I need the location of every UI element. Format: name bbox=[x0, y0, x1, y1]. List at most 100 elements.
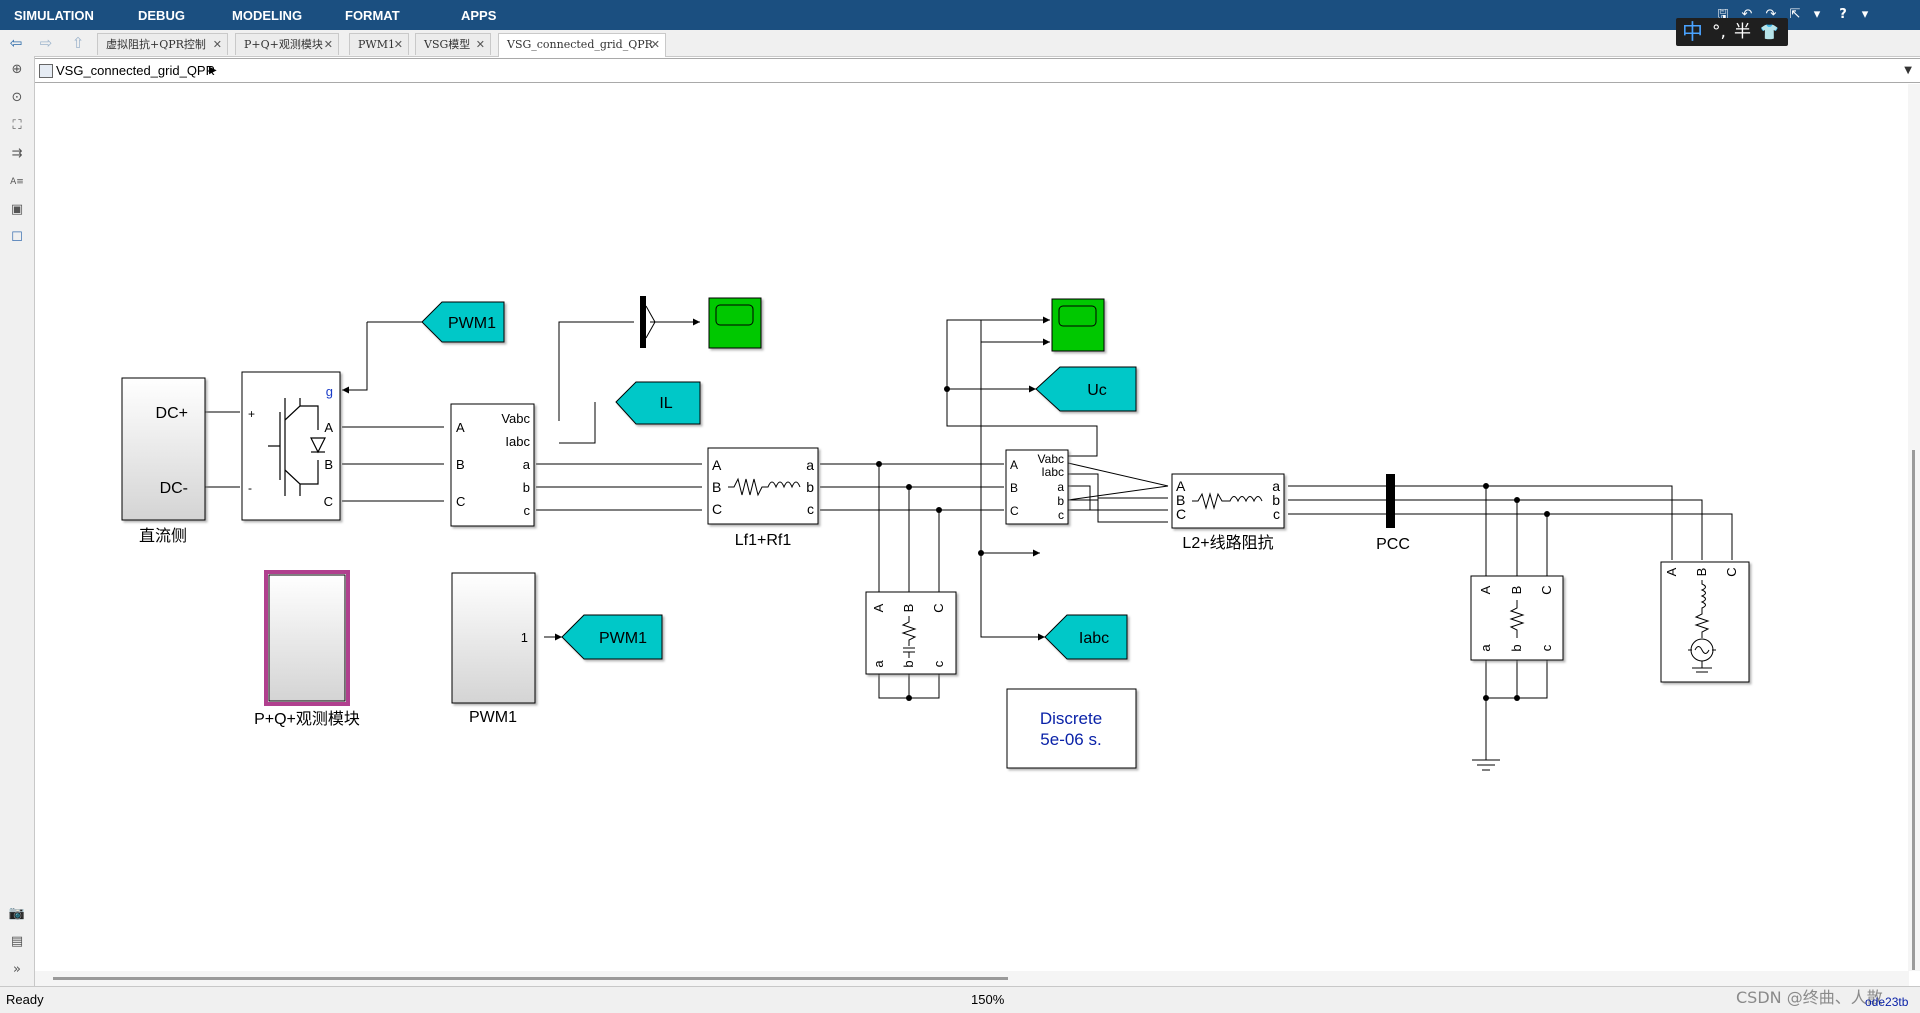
tab-vsg-connected-grid-qpr[interactable]: VSG_connected_grid_QPR ✕ bbox=[498, 33, 666, 57]
menu-debug[interactable]: DEBUG bbox=[138, 0, 185, 30]
dc-minus-label: DC- bbox=[160, 480, 188, 497]
tab-pwm1[interactable]: PWM1 ✕ bbox=[349, 33, 409, 55]
cap-load-port-b-out: b bbox=[901, 660, 916, 667]
line2-out-c: c bbox=[1273, 506, 1280, 522]
cap-load-port-a-out: a bbox=[871, 660, 886, 668]
converter-block[interactable]: + - g A B C bbox=[241, 371, 341, 521]
pq-observer-block[interactable]: P+Q+观测模块 bbox=[254, 570, 360, 728]
capacitor-load-block[interactable]: A B C a b c bbox=[865, 591, 957, 675]
block-diagram[interactable]: DC+ DC- 直流侧 + - g A B C A B C Vabc Iabc … bbox=[35, 84, 1909, 978]
goto-pwm1-top[interactable]: PWM1 bbox=[421, 301, 505, 343]
signal-arrows-icon[interactable]: ⇉ bbox=[6, 144, 28, 164]
filter-lf1-rf1[interactable]: A B C a b c Lf1+Rf1 bbox=[707, 447, 819, 549]
hide-explorer-icon[interactable]: ⊕ bbox=[6, 60, 28, 80]
close-icon[interactable]: ✕ bbox=[651, 34, 660, 56]
cap-load-port-c-out: c bbox=[931, 660, 946, 667]
scrollbar-thumb[interactable] bbox=[53, 977, 1008, 980]
vi2-port-b: B bbox=[1010, 481, 1018, 495]
expand-palette-icon[interactable]: » bbox=[6, 960, 28, 980]
signal-lines[interactable] bbox=[205, 316, 1733, 752]
line2-in-c: C bbox=[1176, 506, 1186, 522]
vi-measurement-1[interactable]: A B C Vabc Iabc a b c bbox=[450, 403, 535, 527]
vi2-out-b: b bbox=[1057, 494, 1064, 508]
cap-load-port-b: B bbox=[901, 604, 916, 613]
filter1-name: Lf1+Rf1 bbox=[735, 532, 792, 549]
menu-simulation[interactable]: SIMULATION bbox=[14, 0, 94, 30]
annotation-icon[interactable]: A≡ bbox=[6, 172, 28, 192]
area-icon[interactable]: ☐ bbox=[6, 228, 28, 248]
goto-uc[interactable]: Uc bbox=[1035, 366, 1137, 412]
zoom-level[interactable]: 150% bbox=[971, 987, 1004, 1013]
chevron-down-icon[interactable]: ▼ bbox=[1904, 59, 1912, 82]
help-icon[interactable]: ? bbox=[1832, 3, 1854, 27]
scope-1[interactable] bbox=[708, 297, 762, 349]
ime-chinese-mode[interactable]: 中 bbox=[1682, 18, 1703, 46]
vi2-out-c: c bbox=[1058, 508, 1064, 522]
ime-punctuation[interactable]: °, bbox=[1712, 18, 1726, 46]
forward-arrow-icon[interactable]: ⇨ bbox=[36, 34, 56, 52]
tab-label: VSG模型 bbox=[424, 38, 471, 51]
vi1-port-c: C bbox=[456, 494, 465, 509]
horizontal-scrollbar[interactable] bbox=[35, 971, 1909, 986]
property-inspector-icon[interactable]: ▤ bbox=[6, 932, 28, 952]
scope-2[interactable] bbox=[1051, 298, 1105, 352]
model-tab-bar: ⇦ ⇨ ⇧ 虚拟阻抗+QPR控制 ✕ P+Q+观测模块 ✕ PWM1 ✕ VSG模型 ✕… bbox=[0, 30, 1920, 57]
back-arrow-icon[interactable]: ⇦ bbox=[6, 34, 26, 52]
breadcrumb-arrow-icon[interactable]: ▶ bbox=[209, 59, 217, 82]
help-menu-chevron-icon[interactable]: ▾ bbox=[1854, 3, 1876, 27]
goto-il[interactable]: IL bbox=[615, 381, 701, 425]
close-icon[interactable]: ✕ bbox=[324, 34, 333, 56]
model-canvas[interactable]: DC+ DC- 直流侧 + - g A B C A B C Vabc Iabc … bbox=[35, 84, 1909, 978]
close-icon[interactable]: ✕ bbox=[213, 34, 222, 56]
close-icon[interactable]: ✕ bbox=[394, 34, 403, 56]
ground-icon bbox=[1472, 752, 1500, 771]
line-impedance-l2[interactable]: A B C a b c L2+线路阻抗 bbox=[1171, 473, 1285, 552]
ime-skin-icon[interactable]: 👕 bbox=[1760, 18, 1779, 46]
vertical-scrollbar[interactable] bbox=[1908, 84, 1920, 971]
tab-vsg-model[interactable]: VSG模型 ✕ bbox=[415, 33, 491, 55]
pwm1-subsystem-block[interactable]: 1 PWM1 bbox=[451, 572, 536, 726]
grid-source-block[interactable]: A B C bbox=[1660, 561, 1750, 683]
filter1-in-b: B bbox=[712, 479, 721, 495]
menu-apps[interactable]: APPS bbox=[461, 0, 496, 30]
solver-link[interactable]: ode23tb bbox=[1865, 991, 1908, 1013]
dc-source-block[interactable]: DC+ DC- 直流侧 bbox=[121, 377, 206, 545]
powergui-sample-time: 5e-06 s. bbox=[1040, 730, 1101, 749]
screenshot-icon[interactable]: 📷 bbox=[6, 904, 28, 924]
goto-uc-label: Uc bbox=[1087, 382, 1107, 399]
breadcrumb[interactable]: VSG_connected_grid_QPR ▶ ▼ bbox=[34, 58, 1920, 83]
converter-gate-port: g bbox=[326, 384, 333, 399]
goto-pwm1-bottom-label: PWM1 bbox=[599, 630, 647, 647]
ime-toolbar[interactable]: 中 °, 半 👕 bbox=[1676, 18, 1788, 46]
scrollbar-thumb[interactable] bbox=[1912, 450, 1915, 970]
pcc-label: PCC bbox=[1376, 536, 1410, 553]
fit-to-view-icon[interactable]: ⛶ bbox=[6, 116, 28, 136]
goto-iabc[interactable]: Iabc bbox=[1044, 614, 1128, 660]
model-icon bbox=[39, 64, 53, 78]
powergui-block[interactable]: Discrete 5e-06 s. bbox=[1006, 688, 1137, 769]
vi1-out-a: a bbox=[523, 457, 531, 472]
filter1-in-c: C bbox=[712, 501, 722, 517]
converter-port-a: A bbox=[324, 420, 333, 435]
zoom-icon[interactable]: ⊙ bbox=[6, 88, 28, 108]
goto-pwm1-bottom[interactable]: PWM1 bbox=[561, 614, 663, 660]
close-icon[interactable]: ✕ bbox=[476, 34, 485, 56]
tab-pq-observer[interactable]: P+Q+观测模块 ✕ bbox=[235, 33, 339, 55]
breadcrumb-model[interactable]: VSG_connected_grid_QPR bbox=[56, 59, 215, 82]
image-icon[interactable]: ▣ bbox=[6, 200, 28, 220]
menu-modeling[interactable]: MODELING bbox=[232, 0, 302, 30]
menu-format[interactable]: FORMAT bbox=[345, 0, 400, 30]
grid-port-b: B bbox=[1694, 568, 1709, 577]
resistive-load-block[interactable]: A B C a b c bbox=[1470, 575, 1564, 661]
grid-port-c: C bbox=[1724, 567, 1739, 576]
watermark: CSDN @终曲、人散 bbox=[1736, 988, 1883, 1007]
vi-measurement-2[interactable]: A B C Vabc Iabc a b c bbox=[1005, 449, 1069, 525]
status-bar: Ready 150% CSDN @终曲、人散 ode23tb bbox=[0, 986, 1920, 1013]
chevron-down-icon[interactable]: ▾ bbox=[1806, 3, 1828, 27]
up-arrow-icon[interactable]: ⇧ bbox=[68, 34, 88, 52]
filter1-in-a: A bbox=[712, 457, 722, 473]
tab-virtual-impedance-qpr[interactable]: 虚拟阻抗+QPR控制 ✕ bbox=[97, 33, 228, 55]
ime-half-width[interactable]: 半 bbox=[1734, 18, 1751, 46]
r-load-port-b: B bbox=[1509, 586, 1524, 595]
vi1-port-b: B bbox=[456, 457, 465, 472]
